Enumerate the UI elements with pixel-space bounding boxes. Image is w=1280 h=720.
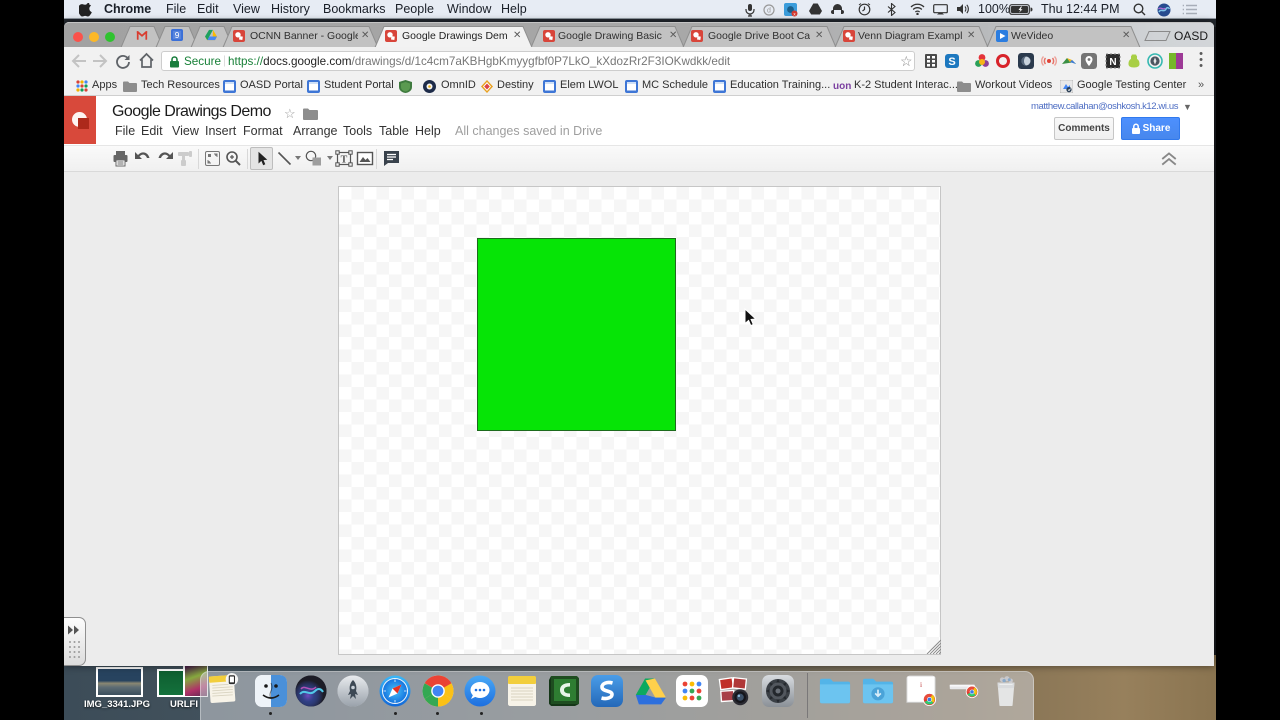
svg-text:T: T: [341, 155, 348, 166]
svg-text:i: i: [920, 680, 922, 689]
svg-text:S: S: [948, 56, 955, 68]
svg-text:9: 9: [175, 30, 180, 40]
svg-text:d: d: [767, 8, 771, 15]
svg-text:N: N: [1109, 57, 1116, 68]
